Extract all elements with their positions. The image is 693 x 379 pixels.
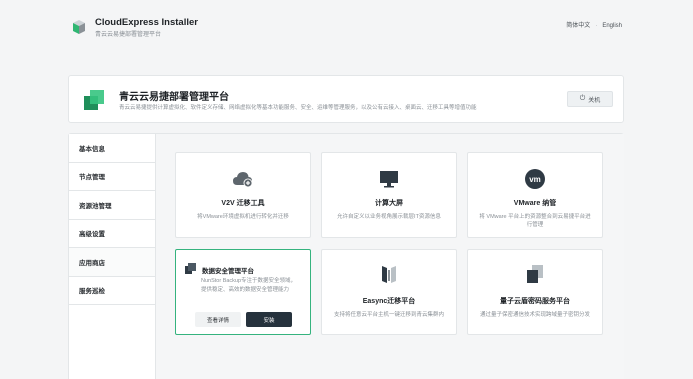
sidebar-item-basic-info[interactable]: 基本信息 — [69, 134, 155, 163]
platform-description: 青云云易捷提供计算虚拟化、软件定义存储、网络虚拟化等基本功能服务、安全、运维等管… — [119, 105, 477, 111]
app-card-desc: NunStor Backup专注于数据安全领域，提供稳定、高效的数据安全管理能力 — [201, 278, 297, 293]
app-card-desc: 将VMware环境虚拟机进行转化并迁移 — [197, 214, 289, 220]
sidebar-item-label: 节点管理 — [79, 174, 105, 182]
shutdown-button[interactable]: ⏻ 关机 — [567, 91, 613, 107]
platform-title: 青云云易捷部署管理平台 — [119, 92, 229, 103]
app-card-title: 计算大屏 — [375, 200, 403, 207]
app-card-vmware[interactable]: vm VMware 纳管 将 VMware 平台上的资源整合到云易捷平台进行管理 — [467, 152, 603, 238]
view-details-button[interactable]: 查看详情 — [195, 312, 241, 327]
easync-icon — [378, 264, 400, 284]
sidebar-item-label: 资源池管理 — [79, 202, 112, 210]
app-card-v2v[interactable]: V2V 迁移工具 将VMware环境虚拟机进行转化并迁移 — [175, 152, 311, 238]
lang-en[interactable]: English — [602, 23, 622, 29]
monitor-icon — [378, 169, 400, 189]
power-icon: ⏻ — [579, 95, 586, 102]
app-card-title: 量子云盾密码服务平台 — [500, 298, 570, 305]
vmware-icon: vm — [524, 169, 546, 189]
app-card-title: 数据安全管理平台 — [202, 268, 254, 275]
sidebar-item-label: 基本信息 — [79, 145, 105, 153]
shutdown-label: 关机 — [588, 97, 601, 104]
data-security-icon — [185, 261, 196, 279]
app-card-dashboard[interactable]: 计算大屏 允许自定义以业务视角展示裁层IT资源信息 — [321, 152, 457, 238]
sidebar: 基本信息 节点管理 资源池管理 高级设置 应用商店 服务巡检 — [69, 134, 156, 379]
app-subtitle: 青云云易捷部署管理平台 — [95, 32, 162, 38]
app-card-title: V2V 迁移工具 — [221, 200, 265, 207]
language-switcher: 简体中文 · English — [566, 23, 622, 29]
app-card-desc: 支持将任意云平台主机一键迁移到青云集群内 — [333, 312, 444, 318]
sidebar-item-app-store[interactable]: 应用商店 — [69, 248, 155, 277]
content-panel: 基本信息 节点管理 资源池管理 高级设置 应用商店 服务巡检 V2V 迁移工具 … — [68, 133, 624, 379]
app-card-quantum[interactable]: 量子云盾密码服务平台 通过量子保密通信技术实现跨域量子密钥分发 — [467, 249, 603, 335]
app-card-easync[interactable]: Easync迁移平台 支持将任意云平台主机一键迁移到青云集群内 — [321, 249, 457, 335]
app-card-data-security[interactable]: 数据安全管理平台 NunStor Backup专注于数据安全领域，提供稳定、高效… — [175, 249, 311, 335]
top-bar: CloudExpress Installer 青云云易捷部署管理平台 简体中文 ·… — [0, 0, 693, 56]
quantum-shield-icon — [524, 264, 546, 284]
sidebar-item-label: 高级设置 — [79, 231, 105, 239]
platform-banner: 青云云易捷部署管理平台 青云云易捷提供计算虚拟化、软件定义存储、网络虚拟化等基本… — [68, 75, 624, 123]
app-card-title: Easync迁移平台 — [362, 298, 416, 305]
app-card-desc: 通过量子保密通信技术实现跨域量子密钥分发 — [479, 312, 590, 318]
app-logo-icon — [70, 18, 88, 36]
sidebar-item-label: 应用商店 — [79, 259, 105, 267]
cloud-plus-icon — [232, 169, 254, 189]
sidebar-item-resource-pool[interactable]: 资源池管理 — [69, 191, 155, 220]
sidebar-item-label: 服务巡检 — [79, 288, 105, 296]
sidebar-item-advanced[interactable]: 高级设置 — [69, 220, 155, 248]
svg-text:vm: vm — [529, 175, 541, 184]
lang-zh[interactable]: 简体中文 — [566, 23, 590, 29]
install-button[interactable]: 安装 — [246, 312, 292, 327]
app-card-title: VMware 纳管 — [513, 200, 557, 207]
app-card-desc: 将 VMware 平台上的资源整合到云易捷平台进行管理 — [479, 214, 591, 228]
sidebar-item-inspection[interactable]: 服务巡检 — [69, 277, 155, 305]
sidebar-item-nodes[interactable]: 节点管理 — [69, 163, 155, 191]
platform-logo-icon — [82, 88, 106, 112]
app-title: CloudExpress Installer — [95, 17, 198, 28]
app-card-desc: 允许自定义以业务视角展示裁层IT资源信息 — [337, 214, 441, 220]
app-store-grid: V2V 迁移工具 将VMware环境虚拟机进行转化并迁移 计算大屏 允许自定义以… — [156, 134, 624, 379]
